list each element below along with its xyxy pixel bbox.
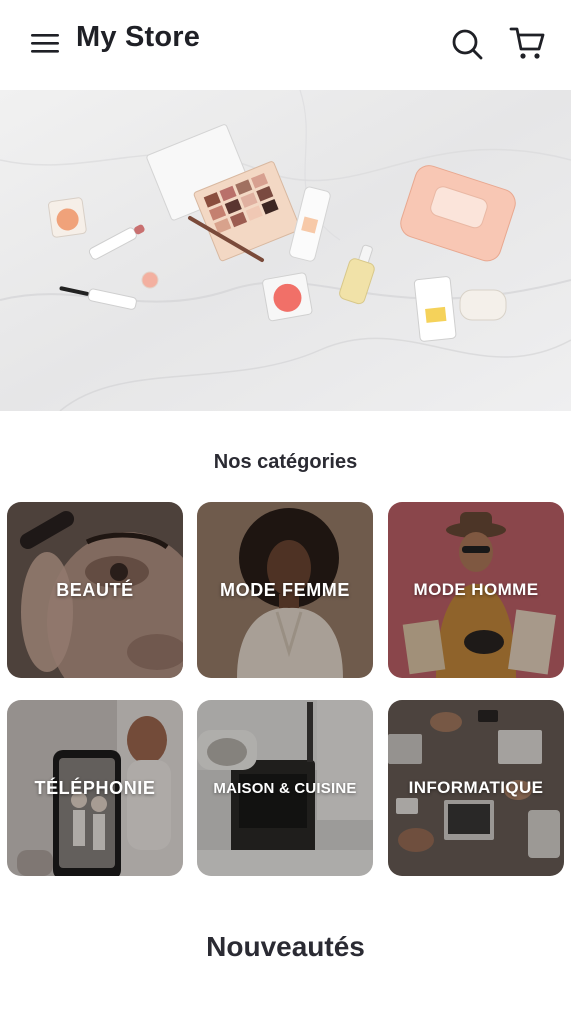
- category-label: TÉLÉPHONIE: [34, 777, 156, 798]
- category-label: MODE HOMME: [413, 580, 539, 599]
- menu-button[interactable]: [28, 28, 62, 58]
- page: My Store Nos catégories BEAUTÉ MODE FEMM…: [0, 0, 571, 1024]
- hamburger-menu-icon: [31, 34, 59, 53]
- category-label: MAISON & CUISINE: [213, 779, 357, 797]
- store-title: My Store: [76, 21, 201, 53]
- categories-section-title: Nos catégories: [213, 451, 358, 473]
- category-tile-mode-femme[interactable]: MODE FEMME: [197, 502, 373, 678]
- app-header: My Store: [0, 0, 571, 90]
- category-tile-telephonie[interactable]: TÉLÉPHONIE: [7, 700, 183, 876]
- new-arrivals-section-title: Nouveautés: [206, 931, 365, 962]
- search-button[interactable]: [450, 26, 484, 62]
- category-tile-beauty[interactable]: BEAUTÉ: [7, 502, 183, 678]
- makeup-flatlay-image: [0, 90, 571, 411]
- category-tile-informatique[interactable]: INFORMATIQUE: [388, 700, 564, 876]
- category-label: BEAUTÉ: [56, 579, 134, 600]
- hero-banner[interactable]: [0, 90, 571, 411]
- shopping-cart-icon: [509, 27, 545, 59]
- category-tile-mode-homme[interactable]: MODE HOMME: [388, 502, 564, 678]
- search-icon: [452, 29, 483, 60]
- category-tile-maison-cuisine[interactable]: MAISON & CUISINE: [197, 700, 373, 876]
- category-label: INFORMATIQUE: [408, 778, 544, 797]
- category-label: MODE FEMME: [220, 579, 350, 600]
- cart-button[interactable]: [508, 24, 546, 62]
